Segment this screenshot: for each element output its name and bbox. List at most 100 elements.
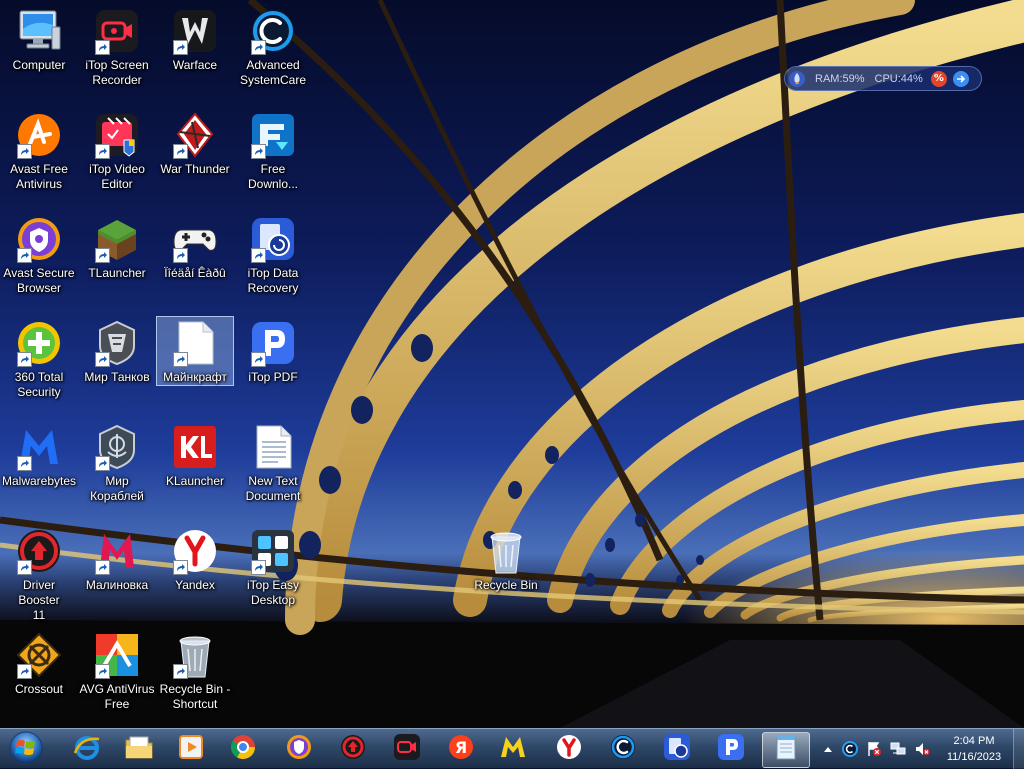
desktop-icon-tlauncher[interactable]: TLauncher [78,212,156,282]
yandex-icon: Я [447,733,475,765]
desktop-icon-warface[interactable]: Warface [156,4,234,74]
desktop-icon-free-download[interactable]: Free Downlo... [234,108,312,193]
clock-time: 2:04 PM [953,735,995,747]
taskbar-clock[interactable]: 2:04 PM 11/16/2023 [936,733,1012,765]
shortcut-arrow-icon [95,144,110,159]
itop-easy-desktop-icon [249,527,297,575]
advanced-systemcare-icon [609,733,637,765]
action-center-icon[interactable] [866,741,882,757]
desktop-icon-label: New Text Document [245,474,301,503]
shortcut-arrow-icon [251,144,266,159]
taskbar-button-media-player[interactable] [174,732,208,766]
desktop-icon-label: Computer [12,58,66,72]
arrow-right-icon[interactable] [952,70,969,87]
desktop-icon-label: iTop PDF [248,370,298,384]
desktop-icon-avg[interactable]: AVG AntiVirus Free [78,628,156,713]
shortcut-arrow-icon [17,248,32,263]
taskbar-button-driver-booster[interactable] [336,732,370,766]
taskbar-button-windows-explorer[interactable] [122,732,156,766]
desktop-icon-malwarebytes[interactable]: Malwarebytes [0,420,78,490]
shortcut-arrow-icon [17,664,32,679]
desktop-icon-recycle-bin[interactable]: Recycle Bin [467,524,545,594]
shortcut-arrow-icon [251,352,266,367]
desktop-icon-mir-korabley[interactable]: Мир Кораблей [78,420,156,505]
taskbar-button-notepad[interactable] [762,732,810,768]
desktop-icon-label: War Thunder [160,162,230,176]
desktop-icon-war-thunder[interactable]: War Thunder [156,108,234,178]
desktop-icon-label: Avast Secure Browser [3,266,75,295]
desktop-icon-itop-pdf[interactable]: iTop PDF [234,316,312,386]
tlauncher-icon [93,215,141,263]
desktop-icon-label: iTop Video Editor [89,162,145,191]
desktop-icon-label: Recycle Bin - Shortcut [159,682,231,711]
desktop-icon-label: Малиновка [85,578,149,592]
desktop-icon-text-document[interactable]: New Text Document [234,420,312,505]
desktop-icon-gamepad[interactable]: Ïîéäåí Êàðû [156,212,234,282]
network-icon[interactable] [890,741,906,757]
desktop-icon-computer[interactable]: Computer [0,4,78,74]
system-monitor-gadget[interactable]: RAM:59% CPU:44% % [784,66,982,91]
shortcut-arrow-icon [173,40,188,55]
start-button[interactable] [4,730,48,766]
malinovka-icon [93,527,141,575]
shortcut-arrow-icon [17,144,32,159]
taskbar-button-advanced-systemcare[interactable] [606,732,640,766]
itop-screen-recorder-icon [93,7,141,55]
taskbar-button-malinovka[interactable] [496,732,530,766]
computer-icon [15,7,63,55]
shortcut-arrow-icon [95,352,110,367]
shortcut-arrow-icon [251,560,266,575]
yandex-browser-icon [171,527,219,575]
percent-icon[interactable]: % [930,70,947,87]
desktop-icon-yandex-browser[interactable]: Yandex [156,524,234,594]
taskbar-button-yandex[interactable]: Я [444,732,478,766]
advanced-systemcare-tray-icon[interactable] [842,741,858,757]
desktop-icon-label: Ïîéäåí Êàðû [164,266,226,280]
taskbar: Я 2:04 PM 11/16/2023 [0,728,1024,769]
desktop-icon-label: Crossout [14,682,64,696]
shortcut-arrow-icon [251,248,266,263]
mir-tankov-icon [93,319,141,367]
shortcut-arrow-icon [173,664,188,679]
desktop-icon-itop-video-editor[interactable]: iTop Video Editor [78,108,156,193]
show-hidden-icons-icon[interactable] [820,741,836,757]
taskbar-button-yandex-browser[interactable] [552,732,586,766]
notepad-icon [772,734,800,766]
desktop-icon-driver-booster[interactable]: Driver Booster 11 [0,524,78,624]
desktop-icon-label: TLauncher [88,266,146,280]
desktop-icon-crossout[interactable]: Crossout [0,628,78,698]
desktop-icon-avast[interactable]: Avast Free Antivirus [0,108,78,193]
taskbar-button-itop-screen-recorder[interactable] [390,732,424,766]
taskbar-button-itop-pdf[interactable] [714,732,748,766]
desktop-icon-itop-screen-recorder[interactable]: iTop Screen Recorder [78,4,156,89]
taskbar-button-chrome[interactable] [226,732,260,766]
itop-screen-recorder-icon [393,733,421,765]
desktop-icon-klauncher[interactable]: KLauncher [156,420,234,490]
desktop-icon-mir-tankov[interactable]: Мир Танков [78,316,156,386]
desktop-icon-malinovka[interactable]: Малиновка [78,524,156,594]
360-total-security-icon [15,319,63,367]
desktop-icon-label: Malwarebytes [1,474,77,488]
desktop-icon-avast-secure-browser[interactable]: Avast Secure Browser [0,212,78,297]
recycle-bin-icon [482,527,530,575]
desktop-icon-itop-easy-desktop[interactable]: iTop Easy Desktop [234,524,312,609]
cpu-usage: CPU:44% [874,72,923,85]
desktop[interactable]: Computer iTop Screen Recorder Warface Advan… [0,0,1024,728]
taskbar-button-avast-browser[interactable] [282,732,316,766]
desktop-icon-360-total-security[interactable]: 360 Total Security [0,316,78,401]
shortcut-arrow-icon [17,456,32,471]
volume-muted-icon[interactable] [914,741,930,757]
driver-booster-icon [15,527,63,575]
taskbar-button-internet-explorer[interactable] [70,732,104,766]
desktop-icon-advanced-systemcare[interactable]: Advanced SystemCare [234,4,312,89]
desktop-icon-recycle-bin[interactable]: Recycle Bin - Shortcut [156,628,234,713]
ram-usage: RAM:59% [815,72,865,85]
taskbar-button-itop-data-recovery[interactable] [660,732,694,766]
gamepad-icon [171,215,219,263]
media-player-icon [177,733,205,765]
desktop-icon-blank-file[interactable]: Майнкрафт [156,316,234,386]
clock-date: 11/16/2023 [946,751,1002,763]
desktop-icon-itop-data-recovery[interactable]: iTop Data Recovery [234,212,312,297]
recycle-bin-icon [171,631,219,679]
show-desktop-button[interactable] [1013,729,1024,769]
